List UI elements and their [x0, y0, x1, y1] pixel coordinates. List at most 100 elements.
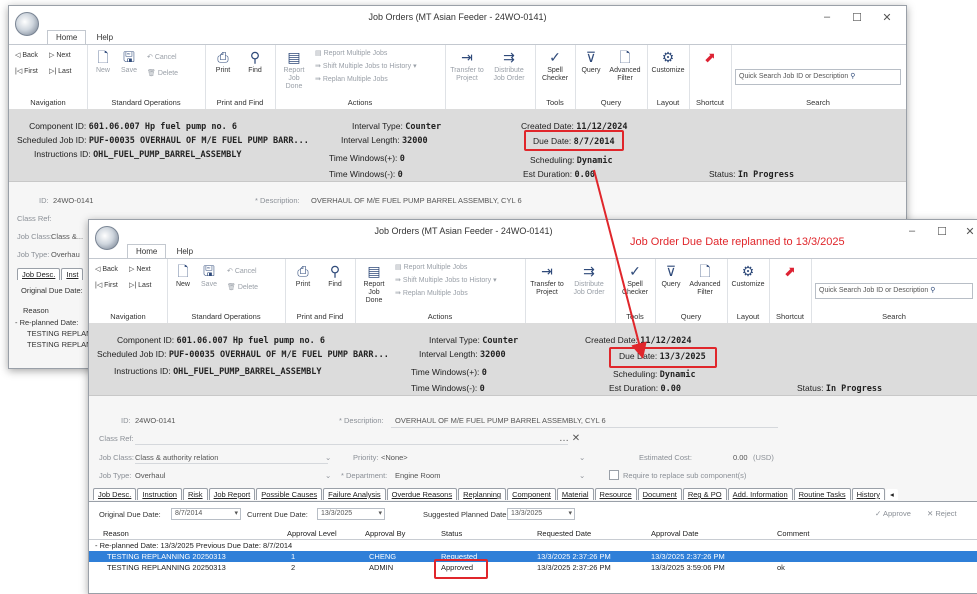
report-multiple-jobs-button[interactable]: ▤ Report Multiple Jobs: [315, 49, 387, 57]
department-dropdown-arrow[interactable]: ⌄: [579, 471, 585, 480]
back-button[interactable]: ◁ Back: [15, 51, 38, 59]
tab-job-report[interactable]: Job Report: [208, 488, 256, 500]
job-type-dropdown-arrow[interactable]: ⌄: [325, 471, 331, 480]
maximize-button[interactable]: ☐: [932, 225, 952, 238]
back-button[interactable]: ◁ Back: [95, 265, 118, 273]
table-row[interactable]: TESTING REPLANNING 20250313 2 ADMIN Appr…: [89, 562, 977, 573]
tab-possible-causes[interactable]: Possible Causes: [256, 488, 323, 500]
shortcut-button[interactable]: ⬈: [777, 263, 803, 281]
report-multiple-jobs-button[interactable]: ▤ Report Multiple Jobs: [395, 263, 467, 271]
minimize-button[interactable]: –: [817, 11, 837, 23]
new-button[interactable]: 🗋 New: [91, 49, 115, 75]
column-header[interactable]: Approval By: [365, 529, 405, 538]
job-type-value[interactable]: Overhau: [51, 250, 80, 259]
print-button[interactable]: ⎙ Print: [211, 49, 235, 75]
app-logo-icon[interactable]: [15, 12, 39, 36]
tab-replanning[interactable]: Replanning: [458, 488, 507, 500]
column-header[interactable]: Reason: [103, 529, 129, 538]
tab-job-desc[interactable]: Job Desc.: [17, 268, 61, 280]
shift-multiple-jobs-button[interactable]: ⇛ Shift Multiple Jobs to History ▾: [315, 62, 417, 70]
tab-instruction[interactable]: Instruction: [137, 488, 182, 500]
minimize-button[interactable]: –: [902, 225, 922, 237]
tab-failure-analysis[interactable]: Failure Analysis: [323, 488, 386, 500]
new-button[interactable]: 🗋 New: [171, 263, 195, 289]
quick-search-input[interactable]: Quick Search Job ID or Description ⚲: [735, 69, 901, 85]
tab-home[interactable]: Home: [127, 244, 167, 258]
advanced-filter-button[interactable]: 🗋 Advanced Filter: [687, 263, 723, 297]
find-button[interactable]: ⚲ Find: [323, 263, 347, 289]
next-button[interactable]: ▷ Next: [129, 265, 151, 273]
tab-material[interactable]: Material: [556, 488, 594, 500]
tab-routine-tasks[interactable]: Routine Tasks: [793, 488, 851, 500]
priority-select[interactable]: <None>: [381, 453, 408, 462]
last-button[interactable]: ▷| Last: [129, 281, 151, 289]
require-replace-checkbox[interactable]: [609, 470, 619, 480]
tab-document[interactable]: Document: [637, 488, 682, 500]
query-button[interactable]: ⊽ Query: [659, 263, 683, 289]
job-class-value[interactable]: Class &...: [51, 232, 83, 241]
tab-add-information[interactable]: Add. Information: [727, 488, 793, 500]
app-logo-icon[interactable]: [95, 226, 119, 250]
column-header[interactable]: Approval Date: [651, 529, 699, 538]
column-header[interactable]: Requested Date: [537, 529, 591, 538]
shift-multiple-jobs-button[interactable]: ⇛ Shift Multiple Jobs to History ▾: [395, 276, 497, 284]
column-header[interactable]: Comment: [777, 529, 810, 538]
first-button[interactable]: |◁ First: [15, 67, 38, 75]
estimated-cost-value[interactable]: 0.00: [733, 453, 748, 462]
tab-resource[interactable]: Resource: [594, 488, 637, 500]
column-header[interactable]: Approval Level: [287, 529, 337, 538]
replan-multiple-jobs-button[interactable]: ⇛ Replan Multiple Jobs: [395, 289, 468, 297]
report-job-done-button[interactable]: ▤ Report Job Done: [279, 49, 309, 91]
customize-button[interactable]: ⚙ Customize: [651, 49, 685, 75]
job-type-select[interactable]: Overhaul: [135, 471, 165, 480]
tab-help[interactable]: Help: [169, 245, 201, 258]
quick-search-input[interactable]: Quick Search Job ID or Description ⚲: [815, 283, 973, 299]
tab-job-desc[interactable]: Job Desc.: [93, 488, 137, 500]
save-button[interactable]: 🖫 Save: [197, 263, 221, 289]
cancel-button[interactable]: ↶ Cancel: [147, 53, 177, 61]
delete-button[interactable]: 🗑 Delete: [147, 69, 178, 77]
group-row[interactable]: - Re-planned Date: 13/3/2025 Previous Du…: [89, 540, 977, 551]
tab-scroll-left-icon[interactable]: ◂: [885, 489, 898, 500]
distribute-job-order-button[interactable]: ⇉ Distribute Job Order: [491, 49, 527, 83]
column-header[interactable]: Status: [441, 529, 462, 538]
clear-x-icon[interactable]: … ✕: [559, 433, 580, 444]
replanned-group-row[interactable]: - Re-planned Date:: [15, 318, 78, 327]
tab-help[interactable]: Help: [89, 31, 121, 44]
department-select[interactable]: Engine Room: [395, 471, 440, 480]
delete-button[interactable]: 🗑 Delete: [227, 283, 258, 291]
next-button[interactable]: ▷ Next: [49, 51, 71, 59]
cancel-button[interactable]: ↶ Cancel: [227, 267, 257, 275]
suggested-planned-date-field[interactable]: 13/3/2025 ▾: [507, 508, 575, 520]
shortcut-button[interactable]: ⬈: [697, 49, 723, 67]
tab-instruction[interactable]: Inst: [61, 268, 84, 280]
reject-button[interactable]: ✕ Reject: [927, 509, 957, 518]
transfer-to-project-button[interactable]: ⇥ Transfer to Project: [449, 49, 485, 83]
tab-reg-po[interactable]: Reg & PO: [682, 488, 727, 500]
approve-button[interactable]: ✓ Approve: [875, 509, 911, 518]
table-row[interactable]: TESTING REPLAN: [27, 340, 92, 349]
tab-home[interactable]: Home: [47, 30, 87, 44]
save-button[interactable]: 🖫 Save: [117, 49, 141, 75]
current-due-date-field[interactable]: 13/3/2025 ▾: [317, 508, 385, 520]
spell-checker-button[interactable]: ✓ Spell Checker: [539, 49, 571, 83]
replan-multiple-jobs-button[interactable]: ⇛ Replan Multiple Jobs: [315, 75, 388, 83]
find-button[interactable]: ⚲ Find: [243, 49, 267, 75]
spell-checker-button[interactable]: ✓ Spell Checker: [619, 263, 651, 297]
query-button[interactable]: ⊽ Query: [579, 49, 603, 75]
advanced-filter-button[interactable]: 🗋 Advanced Filter: [607, 49, 643, 83]
tab-component[interactable]: Component: [507, 488, 556, 500]
last-button[interactable]: ▷| Last: [49, 67, 71, 75]
tab-history[interactable]: History: [851, 488, 885, 500]
table-row[interactable]: TESTING REPLAN: [27, 329, 92, 338]
close-button[interactable]: ✕: [960, 225, 977, 238]
job-class-select[interactable]: Class & authority relation: [135, 453, 218, 462]
job-class-dropdown-arrow[interactable]: ⌄: [325, 453, 331, 462]
close-button[interactable]: ✕: [877, 11, 897, 24]
transfer-to-project-button[interactable]: ⇥ Transfer to Project: [529, 263, 565, 297]
table-row-selected[interactable]: TESTING REPLANNING 20250313 1 CHENG Requ…: [89, 551, 977, 562]
tab-risk[interactable]: Risk: [182, 488, 208, 500]
priority-dropdown-arrow[interactable]: ⌄: [579, 453, 585, 462]
maximize-button[interactable]: ☐: [847, 11, 867, 24]
tab-overdue-reasons[interactable]: Overdue Reasons: [386, 488, 458, 500]
